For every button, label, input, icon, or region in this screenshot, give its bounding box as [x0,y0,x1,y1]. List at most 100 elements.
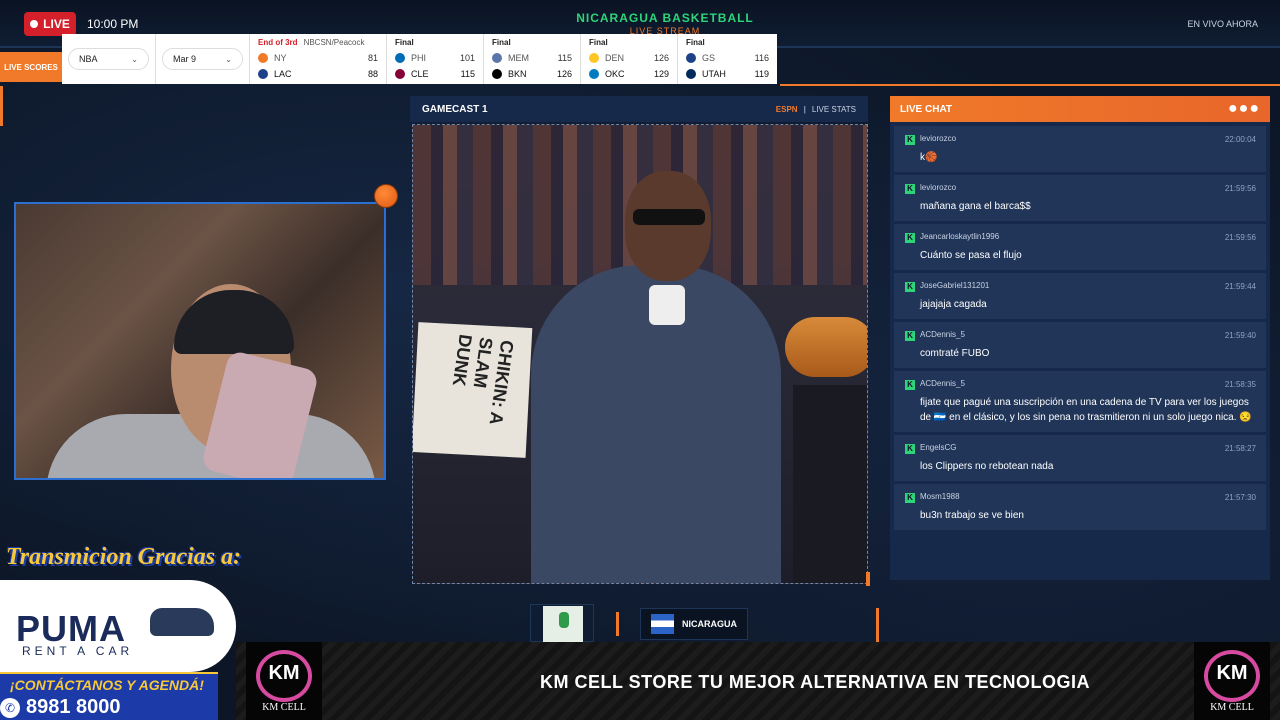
fan-sign: CHIKIN: A SLAM DUNK [413,322,533,458]
team-score: 81 [367,53,378,63]
km-cell-letters: KM [1216,662,1248,684]
country-name: NICARAGUA [682,619,737,629]
nicaragua-flag-icon [651,614,674,634]
team-name: PHI [411,53,427,63]
team-name: NY [274,53,287,63]
chat-username[interactable]: EngelsCG [920,443,1256,452]
kick-icon: K [905,444,915,454]
team-score: 88 [367,69,378,79]
game-status: Final [686,38,705,47]
team-name: LAC [274,69,292,79]
league-select-value: NBA [79,54,98,64]
team-name: MEM [508,53,529,63]
more-options-icon[interactable]: ●●● [1228,101,1260,117]
chat-username[interactable]: Jeancarloskaytlin1996 [920,232,1256,241]
game-card[interactable]: Final GS 116 UTAH 119 [678,34,777,84]
chat-message-list[interactable]: Kleviorozco 22:00:04 k🏀 Kleviorozco 21:59:5… [894,126,1266,576]
team-name: UTAH [702,69,726,79]
team-row: UTAH 119 [686,66,769,82]
chat-title: LIVE CHAT [900,103,953,115]
kick-icon: K [905,233,915,243]
kick-icon: K [905,493,915,503]
chat-username[interactable]: ACDennis_5 [920,379,1256,388]
reporter-glasses [633,209,705,225]
team-score: 119 [754,69,769,79]
km-cell-logo: KM KM CELL [1194,642,1270,720]
sponsor-logo: PUMA RENT A CAR [0,580,236,672]
team-row: CLE 115 [395,66,475,82]
team-row: DEN 126 [589,50,669,66]
km-cell-name: KM CELL [262,702,306,713]
team-row: BKN 126 [492,66,572,82]
chat-timestamp: 21:57:30 [1224,493,1256,502]
sponsor-title: Transmicion Gracias a: [6,544,242,570]
gamecast-video[interactable]: CHIKIN: A SLAM DUNK [412,124,868,584]
burger-costume [785,317,867,377]
live-stats-link[interactable]: LIVE STATS [812,105,856,114]
game-status-text: End of 3rd [258,38,298,47]
mascot-person [793,385,867,583]
live-badge: LIVE [24,12,76,36]
brand-title: NICARAGUA BASKETBALL [576,11,754,25]
team-score: 126 [653,53,669,63]
league-select[interactable]: NBA ⌄ [68,48,149,70]
team-logo-icon [258,53,268,63]
chat-text: jajajaja cagada [920,299,987,310]
clock: 10:00 PM [87,17,139,31]
kick-icon: K [905,380,915,390]
team-logo-icon [395,69,405,79]
chat-text: mañana gana el barca$$ [920,201,1031,212]
streamer-cap [174,290,294,354]
car-icon [150,608,214,636]
chat-timestamp: 21:58:35 [1224,380,1256,389]
team-row: LAC 88 [258,66,378,82]
chat-username[interactable]: ACDennis_5 [920,330,1256,339]
accent-line [866,572,870,586]
game-card[interactable]: Final PHI 101 CLE 115 [387,34,484,84]
team-score: 126 [556,69,572,79]
chat-timestamp: 21:58:27 [1224,444,1256,453]
scores-strip: NBA ⌄ Mar 9 ⌄ End of 3rd NBCSN/Peacock NY… [62,34,777,84]
gamecast-separator: | [803,104,806,114]
chat-message: Kleviorozco 22:00:04 k🏀 [894,126,1266,172]
team-score: 115 [557,53,572,63]
chat-message: K JoseGabriel131201 21:59:44 jajajaja cagad… [894,273,1266,319]
kick-icon: K [905,331,915,341]
date-select-value: Mar 9 [173,54,197,64]
live-scores-tab[interactable]: LIVE SCORES [0,52,62,82]
gamecast-source[interactable]: ESPN [776,105,798,114]
km-cell-name: KM CELL [1210,702,1254,713]
league-logo [530,604,594,642]
chat-username[interactable]: Mosm1988 [920,492,1256,501]
game-card[interactable]: End of 3rd NBCSN/Peacock NY 81 LAC 88 [250,34,387,84]
team-logo-icon [492,69,502,79]
date-select[interactable]: Mar 9 ⌄ [162,48,243,70]
team-score: 101 [459,53,475,63]
chat-username[interactable]: leviorozco [920,183,1256,192]
game-status: Final [395,38,414,47]
gamecast-header: GAMECAST 1 ESPN | LIVE STATS [410,96,868,122]
webcam-feed [14,202,386,480]
team-logo-icon [589,53,599,63]
chevron-down-icon: ⌄ [131,54,138,64]
game-card[interactable]: Final DEN 126 OKC 129 [581,34,678,84]
team-logo-icon [686,53,696,63]
bottom-ticker-bar: KM KM CELL KM CELL STORE TU MEJOR ALTERN… [236,642,1280,720]
team-logo-icon [492,53,502,63]
team-row: NY 81 [258,50,378,66]
team-name: DEN [605,53,625,63]
chat-username[interactable]: JoseGabriel131201 [920,281,1256,290]
game-card[interactable]: Final MEM 115 BKN 126 [484,34,581,84]
live-chat-panel: LIVE CHAT ●●● Kleviorozco 22:00:04 k🏀 Klev… [890,96,1270,580]
game-status: Final [589,38,608,47]
fan-sign-text: CHIKIN: A SLAM DUNK [448,333,518,426]
kick-icon: K [905,184,915,194]
team-logo-icon [395,53,405,63]
kick-icon: K [905,135,915,145]
date-select-wrap: Mar 9 ⌄ [156,34,250,84]
team-row: OKC 129 [589,66,669,82]
chat-timestamp: 22:00:04 [1224,135,1256,144]
chat-username[interactable]: leviorozco [920,134,1256,143]
sponsor-contact: ¡CONTÁCTANOS Y AGENDÁ! ✆ 8981 8000 [0,672,218,720]
reporter-head [625,171,711,281]
